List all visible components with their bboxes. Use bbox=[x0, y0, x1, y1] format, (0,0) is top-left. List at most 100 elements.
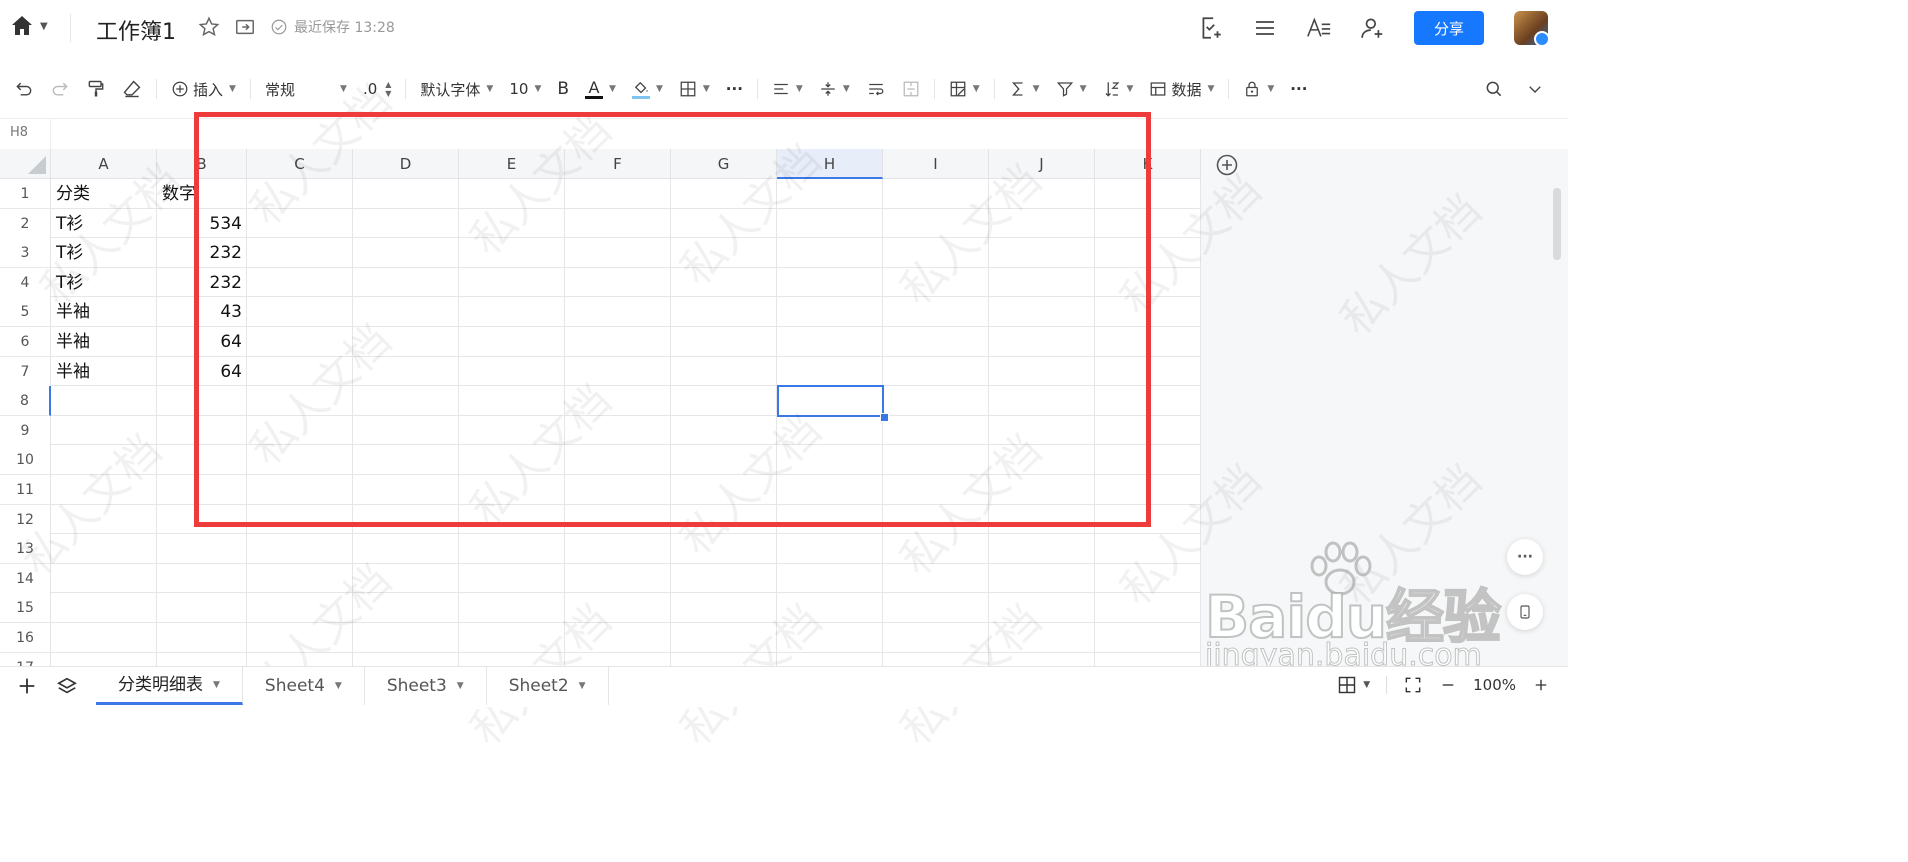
horizontal-align-button[interactable]: ▼ bbox=[764, 74, 811, 104]
row-header-11[interactable]: 11 bbox=[0, 475, 51, 505]
cell-b2[interactable]: 534 bbox=[157, 209, 247, 239]
border-button[interactable]: ▼ bbox=[671, 74, 718, 104]
more-options-button[interactable]: ··· bbox=[1507, 539, 1543, 575]
column-header-h[interactable]: H bbox=[777, 149, 883, 179]
column-header-a[interactable]: A bbox=[51, 149, 157, 179]
share-button[interactable]: 分享 bbox=[1414, 11, 1484, 45]
more-tools-button[interactable]: ··· bbox=[1282, 74, 1315, 104]
row-header-1[interactable]: 1 bbox=[0, 179, 51, 209]
home-menu[interactable]: ▼ bbox=[10, 14, 48, 38]
row-header-9[interactable]: 9 bbox=[0, 415, 51, 446]
task-add-button[interactable] bbox=[1198, 15, 1224, 41]
bold-button[interactable]: B bbox=[549, 74, 577, 104]
row-header-14[interactable]: 14 bbox=[0, 563, 51, 594]
conditional-format-button[interactable]: ▼ bbox=[941, 74, 988, 104]
row-header-3[interactable]: 3 bbox=[0, 238, 51, 269]
column-header-g[interactable]: G bbox=[671, 149, 777, 179]
row-header-6[interactable]: 6 bbox=[0, 327, 51, 357]
chevron-down-icon[interactable]: ▼ bbox=[579, 667, 586, 705]
cell-b4[interactable]: 232 bbox=[157, 268, 247, 298]
cell-a3[interactable]: T衫 bbox=[51, 238, 157, 268]
active-cell-outline[interactable] bbox=[777, 385, 884, 417]
cell-a7[interactable]: 半袖 bbox=[51, 357, 157, 387]
font-size-select[interactable]: 10 ▼ bbox=[501, 74, 549, 104]
data-menu[interactable]: 数据 ▼ bbox=[1141, 74, 1222, 104]
column-header-c[interactable]: C bbox=[247, 149, 353, 179]
column-header-d[interactable]: D bbox=[353, 149, 459, 179]
number-format-select[interactable]: 常规 ▼ bbox=[257, 74, 355, 104]
wrap-text-button[interactable] bbox=[858, 74, 894, 104]
star-icon[interactable] bbox=[198, 16, 220, 38]
mobile-preview-button[interactable] bbox=[1507, 594, 1543, 630]
sheet-tab-3[interactable]: Sheet3 ▼ bbox=[365, 667, 487, 705]
column-header-k[interactable]: K bbox=[1095, 149, 1201, 179]
row-header-4[interactable]: 4 bbox=[0, 267, 51, 298]
undo-button[interactable] bbox=[0, 74, 42, 104]
row-header-5[interactable]: 5 bbox=[0, 297, 51, 328]
zoom-in-icon[interactable] bbox=[1532, 676, 1550, 694]
cell-a5[interactable]: 半袖 bbox=[51, 297, 157, 327]
cell-a6[interactable]: 半袖 bbox=[51, 327, 157, 357]
collapse-toolbar-button[interactable] bbox=[1518, 74, 1568, 104]
column-header-e[interactable]: E bbox=[459, 149, 565, 179]
view-mode-button[interactable]: ▼ bbox=[1337, 675, 1370, 695]
chevron-down-icon[interactable]: ▼ bbox=[213, 666, 220, 704]
row-header-12[interactable]: 12 bbox=[0, 504, 51, 535]
text-style-button[interactable] bbox=[1306, 15, 1332, 41]
more-format-button[interactable]: ··· bbox=[718, 74, 751, 104]
add-collaborator-button[interactable] bbox=[1360, 15, 1386, 41]
row-header-13[interactable]: 13 bbox=[0, 534, 51, 565]
font-color-button[interactable]: A ▼ bbox=[577, 74, 624, 104]
row-header-10[interactable]: 10 bbox=[0, 445, 51, 476]
format-painter-button[interactable] bbox=[78, 74, 114, 104]
insert-menu[interactable]: 插入 ▼ bbox=[163, 74, 244, 104]
add-column-button[interactable] bbox=[1215, 153, 1239, 181]
cell-a4[interactable]: T衫 bbox=[51, 268, 157, 298]
sort-button[interactable]: ▼ bbox=[1095, 74, 1142, 104]
row-header-17[interactable]: 17 bbox=[0, 652, 51, 666]
chevron-down-icon[interactable]: ▼ bbox=[335, 667, 342, 705]
sheet-tab-2[interactable]: Sheet4 ▼ bbox=[243, 667, 365, 705]
column-header-b[interactable]: B bbox=[157, 149, 247, 179]
layers-icon[interactable] bbox=[56, 675, 78, 697]
zoom-out-icon[interactable] bbox=[1439, 676, 1457, 694]
document-title[interactable]: 工作簿1 bbox=[96, 14, 176, 46]
column-header-j[interactable]: J bbox=[989, 149, 1095, 179]
cell-b1[interactable]: 数字 bbox=[157, 179, 247, 209]
fill-handle[interactable] bbox=[880, 412, 889, 422]
column-header-i[interactable]: I bbox=[883, 149, 989, 179]
fill-color-button[interactable]: ▼ bbox=[624, 74, 671, 104]
sheet-tab-1[interactable]: 分类明细表 ▼ bbox=[96, 667, 243, 705]
fullscreen-icon[interactable] bbox=[1403, 675, 1423, 695]
cell-b6[interactable]: 64 bbox=[157, 327, 247, 357]
cell-b7[interactable]: 64 bbox=[157, 357, 247, 387]
row-header-2[interactable]: 2 bbox=[0, 208, 51, 239]
protect-button[interactable]: ▼ bbox=[1235, 74, 1282, 104]
sum-button[interactable]: ▼ bbox=[1001, 74, 1048, 104]
cell-a1[interactable]: 分类 bbox=[51, 179, 157, 209]
select-all-corner[interactable] bbox=[0, 149, 51, 179]
row-header-16[interactable]: 16 bbox=[0, 623, 51, 653]
clear-format-button[interactable] bbox=[114, 74, 150, 104]
vertical-align-button[interactable]: ▼ bbox=[811, 74, 858, 104]
merge-cells-button[interactable] bbox=[894, 74, 928, 104]
row-header-15[interactable]: 15 bbox=[0, 593, 51, 624]
cell-reference[interactable]: H8 bbox=[10, 125, 28, 140]
sheet-tab-4[interactable]: Sheet2 ▼ bbox=[487, 667, 609, 705]
vertical-scrollbar[interactable] bbox=[1553, 188, 1561, 260]
add-sheet-icon[interactable] bbox=[16, 675, 38, 697]
decimal-stepper[interactable]: .0 ▲ ▼ bbox=[355, 74, 399, 104]
cell-b3[interactable]: 232 bbox=[157, 238, 247, 268]
filter-button[interactable]: ▼ bbox=[1048, 74, 1095, 104]
row-header-8[interactable]: 8 bbox=[0, 386, 51, 417]
move-to-folder-icon[interactable] bbox=[234, 16, 256, 38]
redo-button[interactable] bbox=[42, 74, 78, 104]
chevron-down-icon[interactable]: ▼ bbox=[457, 667, 464, 705]
spreadsheet-grid[interactable]: ABCDEFGHIJK1234567891011121314151617分类数字… bbox=[0, 149, 1201, 666]
avatar[interactable] bbox=[1514, 11, 1550, 47]
menu-button[interactable] bbox=[1252, 15, 1278, 41]
zoom-level[interactable]: 100% bbox=[1473, 676, 1516, 694]
row-header-7[interactable]: 7 bbox=[0, 356, 51, 387]
column-header-f[interactable]: F bbox=[565, 149, 671, 179]
search-button[interactable] bbox=[1476, 74, 1518, 104]
